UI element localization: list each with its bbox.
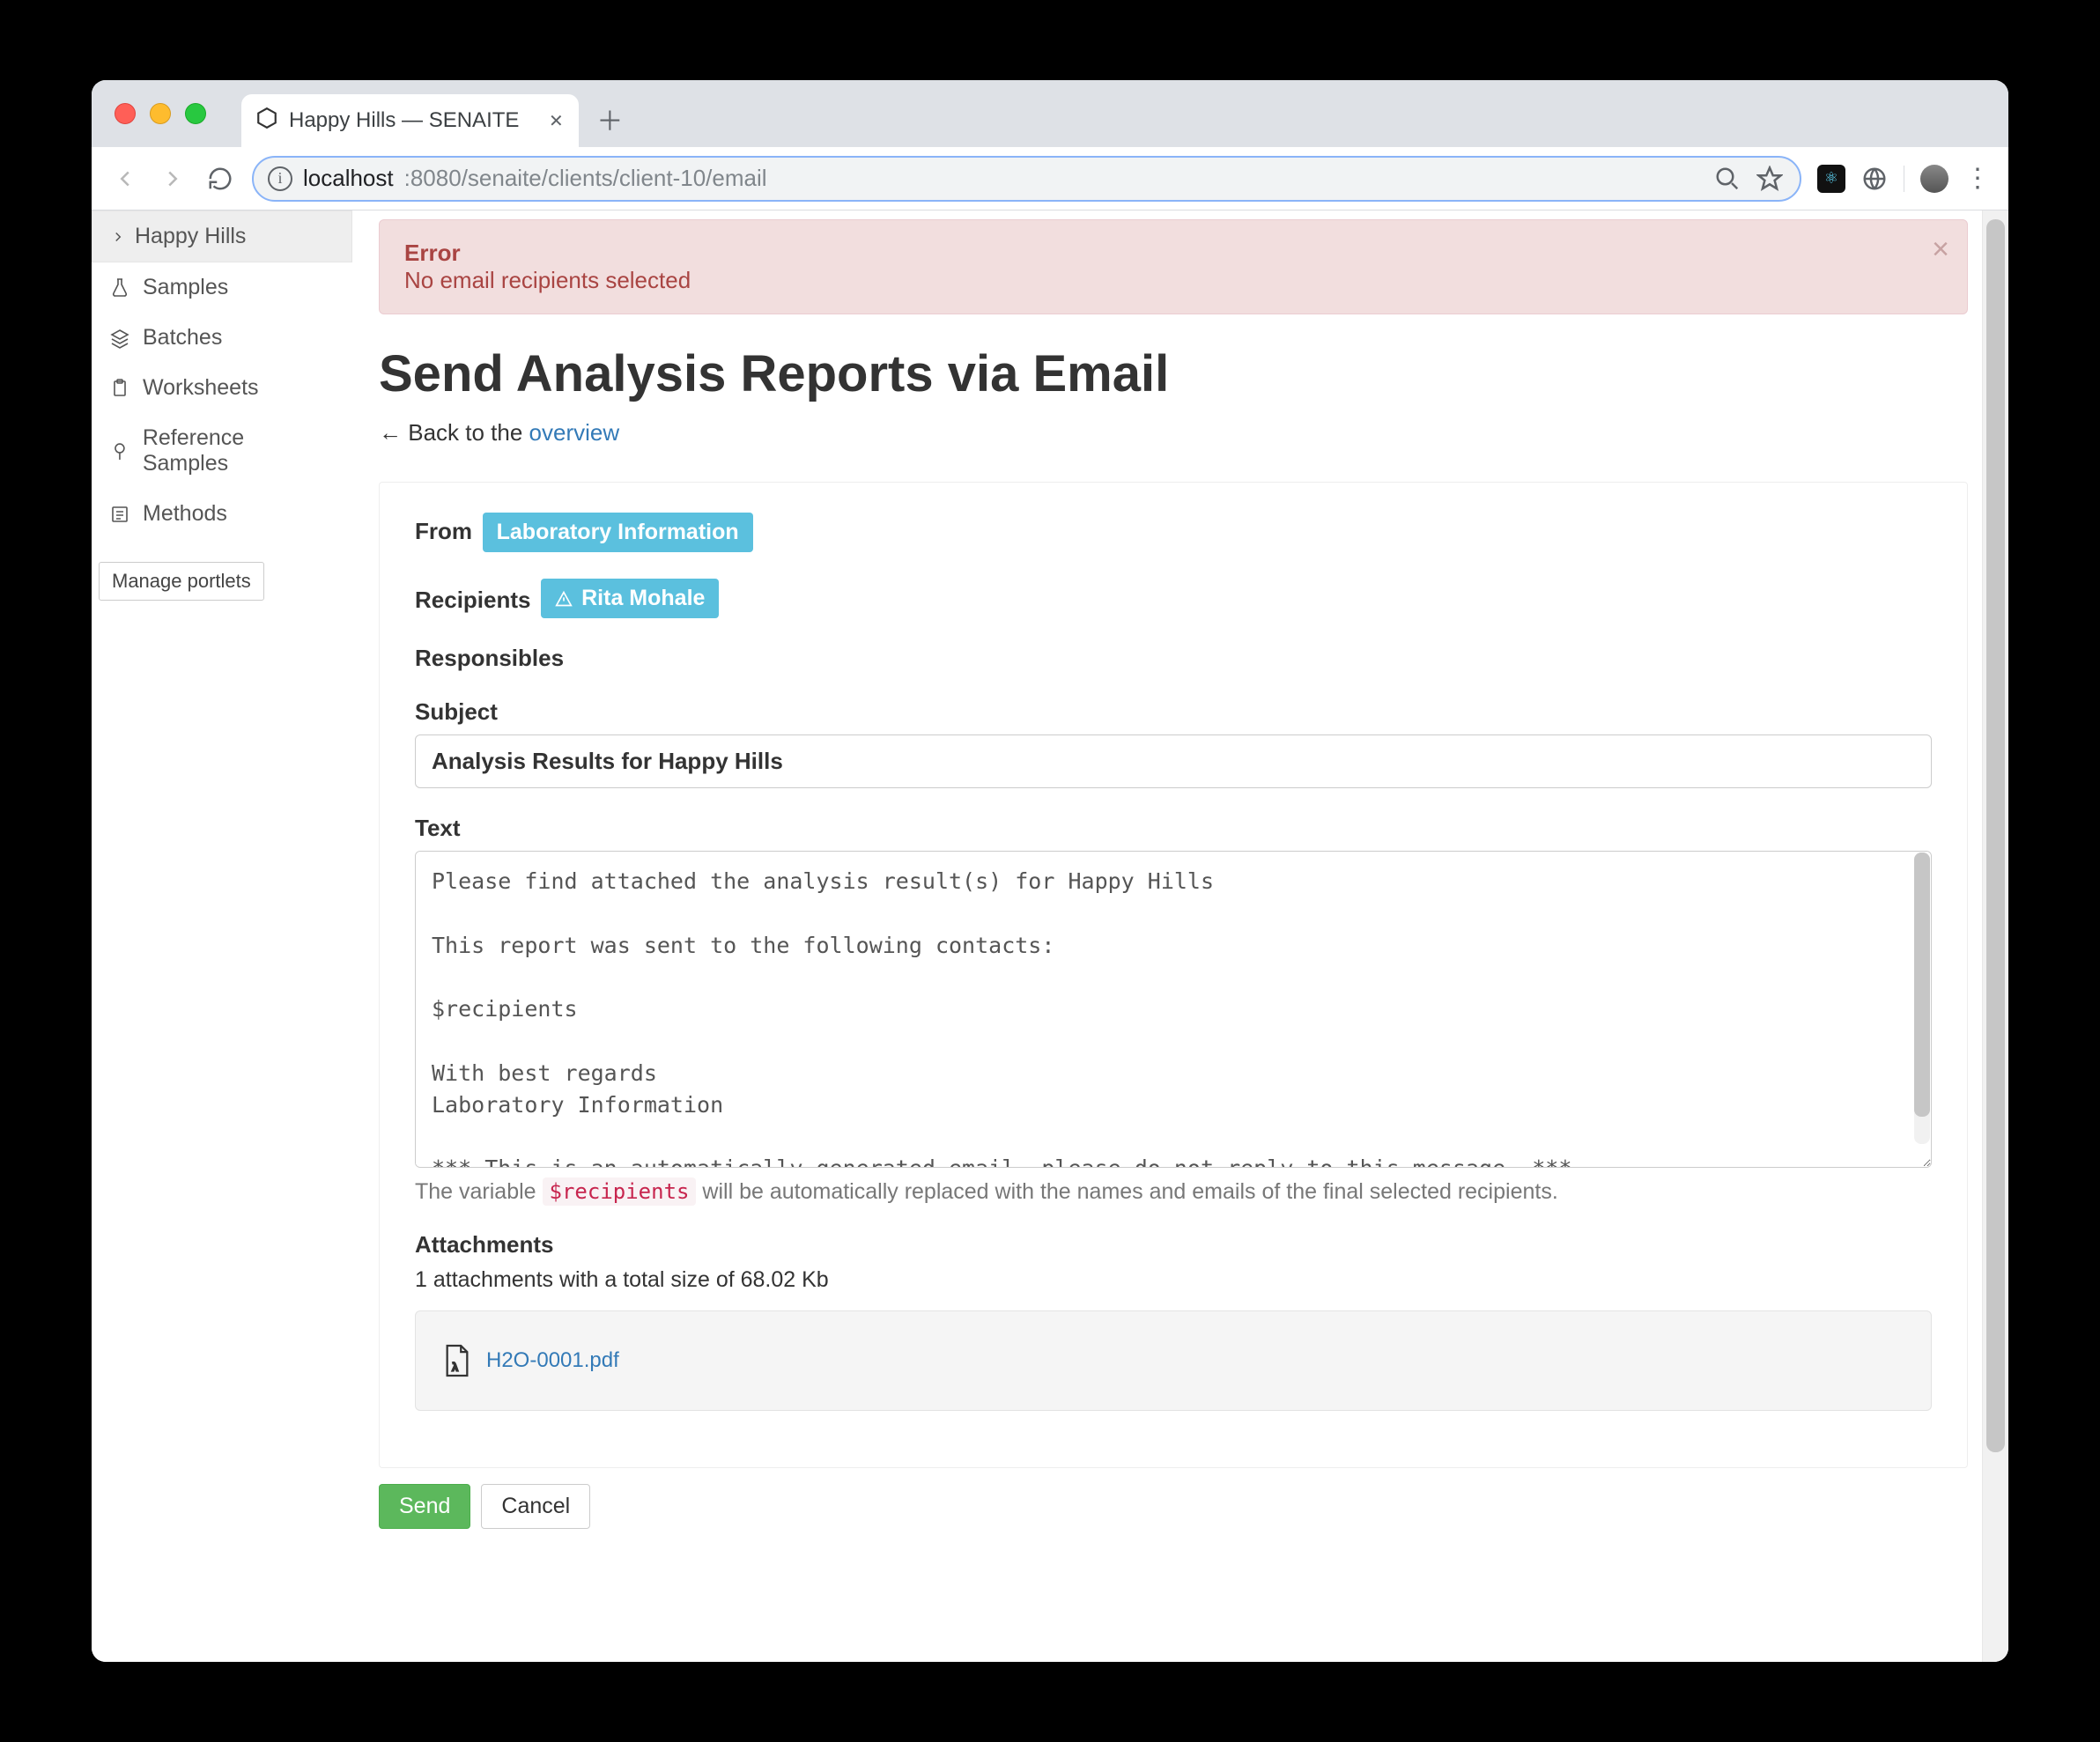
warning-triangle-icon xyxy=(555,590,573,608)
scrollbar-thumb[interactable] xyxy=(1986,219,2005,1452)
window-zoom-button[interactable] xyxy=(185,103,206,124)
url-path: :8080/senaite/clients/client-10/email xyxy=(404,165,767,192)
alert-title: Error xyxy=(404,240,461,266)
manage-portlets-button[interactable]: Manage portlets xyxy=(99,562,264,601)
back-link-row: ← Back to the overview xyxy=(379,419,1968,447)
profile-avatar[interactable] xyxy=(1920,165,1948,193)
sidebar-client-name: Happy Hills xyxy=(135,224,246,249)
address-bar[interactable]: i localhost :8080/senaite/clients/client-… xyxy=(252,156,1801,202)
textarea-scrollbar-thumb[interactable] xyxy=(1914,853,1930,1117)
error-alert: Error No email recipients selected × xyxy=(379,219,1968,314)
flask-icon xyxy=(109,277,130,299)
layers-icon xyxy=(109,328,130,349)
sidebar-item-label: Batches xyxy=(143,325,222,351)
browser-tab[interactable]: Happy Hills — SENAITE ✕ xyxy=(241,94,579,147)
main-area: Error No email recipients selected × Sen… xyxy=(352,210,2008,1662)
responsibles-label: Responsibles xyxy=(415,645,564,672)
clipboard-icon xyxy=(109,378,130,399)
from-label: From xyxy=(415,518,472,545)
sidebar-item-reference-samples[interactable]: Reference Samples xyxy=(92,413,352,489)
subject-label: Subject xyxy=(415,698,498,726)
attachment-link[interactable]: H2O-0001.pdf xyxy=(486,1348,619,1373)
from-row: From Laboratory Information xyxy=(415,513,1932,552)
manage-portlets-label: Manage portlets xyxy=(112,570,251,592)
sidebar-item-label: Samples xyxy=(143,275,228,300)
sidebar-item-label: Worksheets xyxy=(143,375,259,401)
send-button[interactable]: Send xyxy=(379,1484,470,1529)
window-close-button[interactable] xyxy=(115,103,136,124)
page-title: Send Analysis Reports via Email xyxy=(379,344,1968,403)
nav-reload-button[interactable] xyxy=(204,163,236,195)
chevron-right-icon xyxy=(110,229,126,245)
attachments-row: Attachments 1 attachments with a total s… xyxy=(415,1231,1932,1411)
recipient-chip[interactable]: Rita Mohale xyxy=(541,579,719,618)
nav-forward-button[interactable] xyxy=(157,163,189,195)
site-info-icon[interactable]: i xyxy=(268,166,292,191)
attachment-well: λ H2O-0001.pdf xyxy=(415,1310,1932,1411)
responsibles-row: Responsibles xyxy=(415,645,1932,672)
hint-variable: $recipients xyxy=(543,1177,697,1206)
nav-back-button[interactable] xyxy=(109,163,141,195)
alert-close-icon[interactable]: × xyxy=(1932,233,1949,267)
from-chip[interactable]: Laboratory Information xyxy=(483,513,753,552)
zoom-icon[interactable] xyxy=(1712,163,1743,195)
recipient-name: Rita Mohale xyxy=(581,586,705,611)
sidebar-client-header[interactable]: Happy Hills xyxy=(92,210,352,262)
back-prefix: ← Back to the xyxy=(379,419,529,446)
cancel-label: Cancel xyxy=(501,1494,570,1518)
url-host: localhost xyxy=(303,165,394,192)
recipients-label: Recipients xyxy=(415,587,531,614)
recipients-row: Recipients Rita Mohale xyxy=(415,579,1932,618)
sidebar-item-batches[interactable]: Batches xyxy=(92,313,352,363)
tab-close-icon[interactable]: ✕ xyxy=(547,110,565,132)
overview-link[interactable]: overview xyxy=(529,419,620,446)
browser-window: Happy Hills — SENAITE ✕ ＋ i localhost :80… xyxy=(92,80,2008,1662)
sidebar: Happy Hills Samples Batches Worksheets R… xyxy=(92,210,352,1662)
sidebar-item-samples[interactable]: Samples xyxy=(92,262,352,313)
sidebar-item-methods[interactable]: Methods xyxy=(92,489,352,539)
recipients-variable-hint: The variable $recipients will be automat… xyxy=(415,1179,1932,1205)
favicon-hexagon-icon xyxy=(255,107,278,136)
pin-icon xyxy=(109,440,130,461)
svg-text:λ: λ xyxy=(452,1360,458,1373)
new-tab-button[interactable]: ＋ xyxy=(596,100,623,138)
attachments-label: Attachments xyxy=(415,1231,553,1259)
react-devtools-extension-icon[interactable]: ⚛ xyxy=(1817,165,1845,193)
hint-post: will be automatically replaced with the … xyxy=(696,1179,1557,1204)
text-row: Text The variable $recipients will be au… xyxy=(415,815,1932,1205)
window-minimize-button[interactable] xyxy=(150,103,171,124)
send-label: Send xyxy=(399,1494,450,1518)
tab-strip: Happy Hills — SENAITE ✕ ＋ xyxy=(92,80,2008,147)
from-value: Laboratory Information xyxy=(497,520,739,545)
bookmark-star-icon[interactable] xyxy=(1754,163,1786,195)
list-icon xyxy=(109,504,130,525)
browser-menu-button[interactable]: ⋮ xyxy=(1964,163,1991,194)
page-content: Happy Hills Samples Batches Worksheets R… xyxy=(92,210,2008,1662)
extension-icon[interactable] xyxy=(1861,166,1888,192)
subject-input[interactable] xyxy=(415,734,1932,788)
cancel-button[interactable]: Cancel xyxy=(481,1484,590,1529)
sidebar-item-label: Methods xyxy=(143,501,227,527)
hint-pre: The variable xyxy=(415,1179,543,1204)
browser-toolbar: i localhost :8080/senaite/clients/client-… xyxy=(92,147,2008,210)
window-controls xyxy=(115,103,206,124)
extensions-area: ⚛ ⋮ xyxy=(1817,163,1991,194)
tab-title: Happy Hills — SENAITE xyxy=(289,108,519,133)
body-textarea[interactable] xyxy=(415,851,1932,1168)
subject-row: Subject xyxy=(415,698,1932,788)
text-label: Text xyxy=(415,815,461,842)
page-scrollbar[interactable] xyxy=(1982,210,2008,1662)
form-buttons: Send Cancel xyxy=(379,1484,1968,1529)
alert-message: No email recipients selected xyxy=(404,267,691,293)
pdf-file-icon: λ xyxy=(442,1343,472,1378)
email-form-card: From Laboratory Information Recipients R… xyxy=(379,482,1968,1468)
sidebar-item-worksheets[interactable]: Worksheets xyxy=(92,363,352,413)
attachments-summary: 1 attachments with a total size of 68.02… xyxy=(415,1267,1932,1293)
sidebar-item-label: Reference Samples xyxy=(143,425,335,476)
